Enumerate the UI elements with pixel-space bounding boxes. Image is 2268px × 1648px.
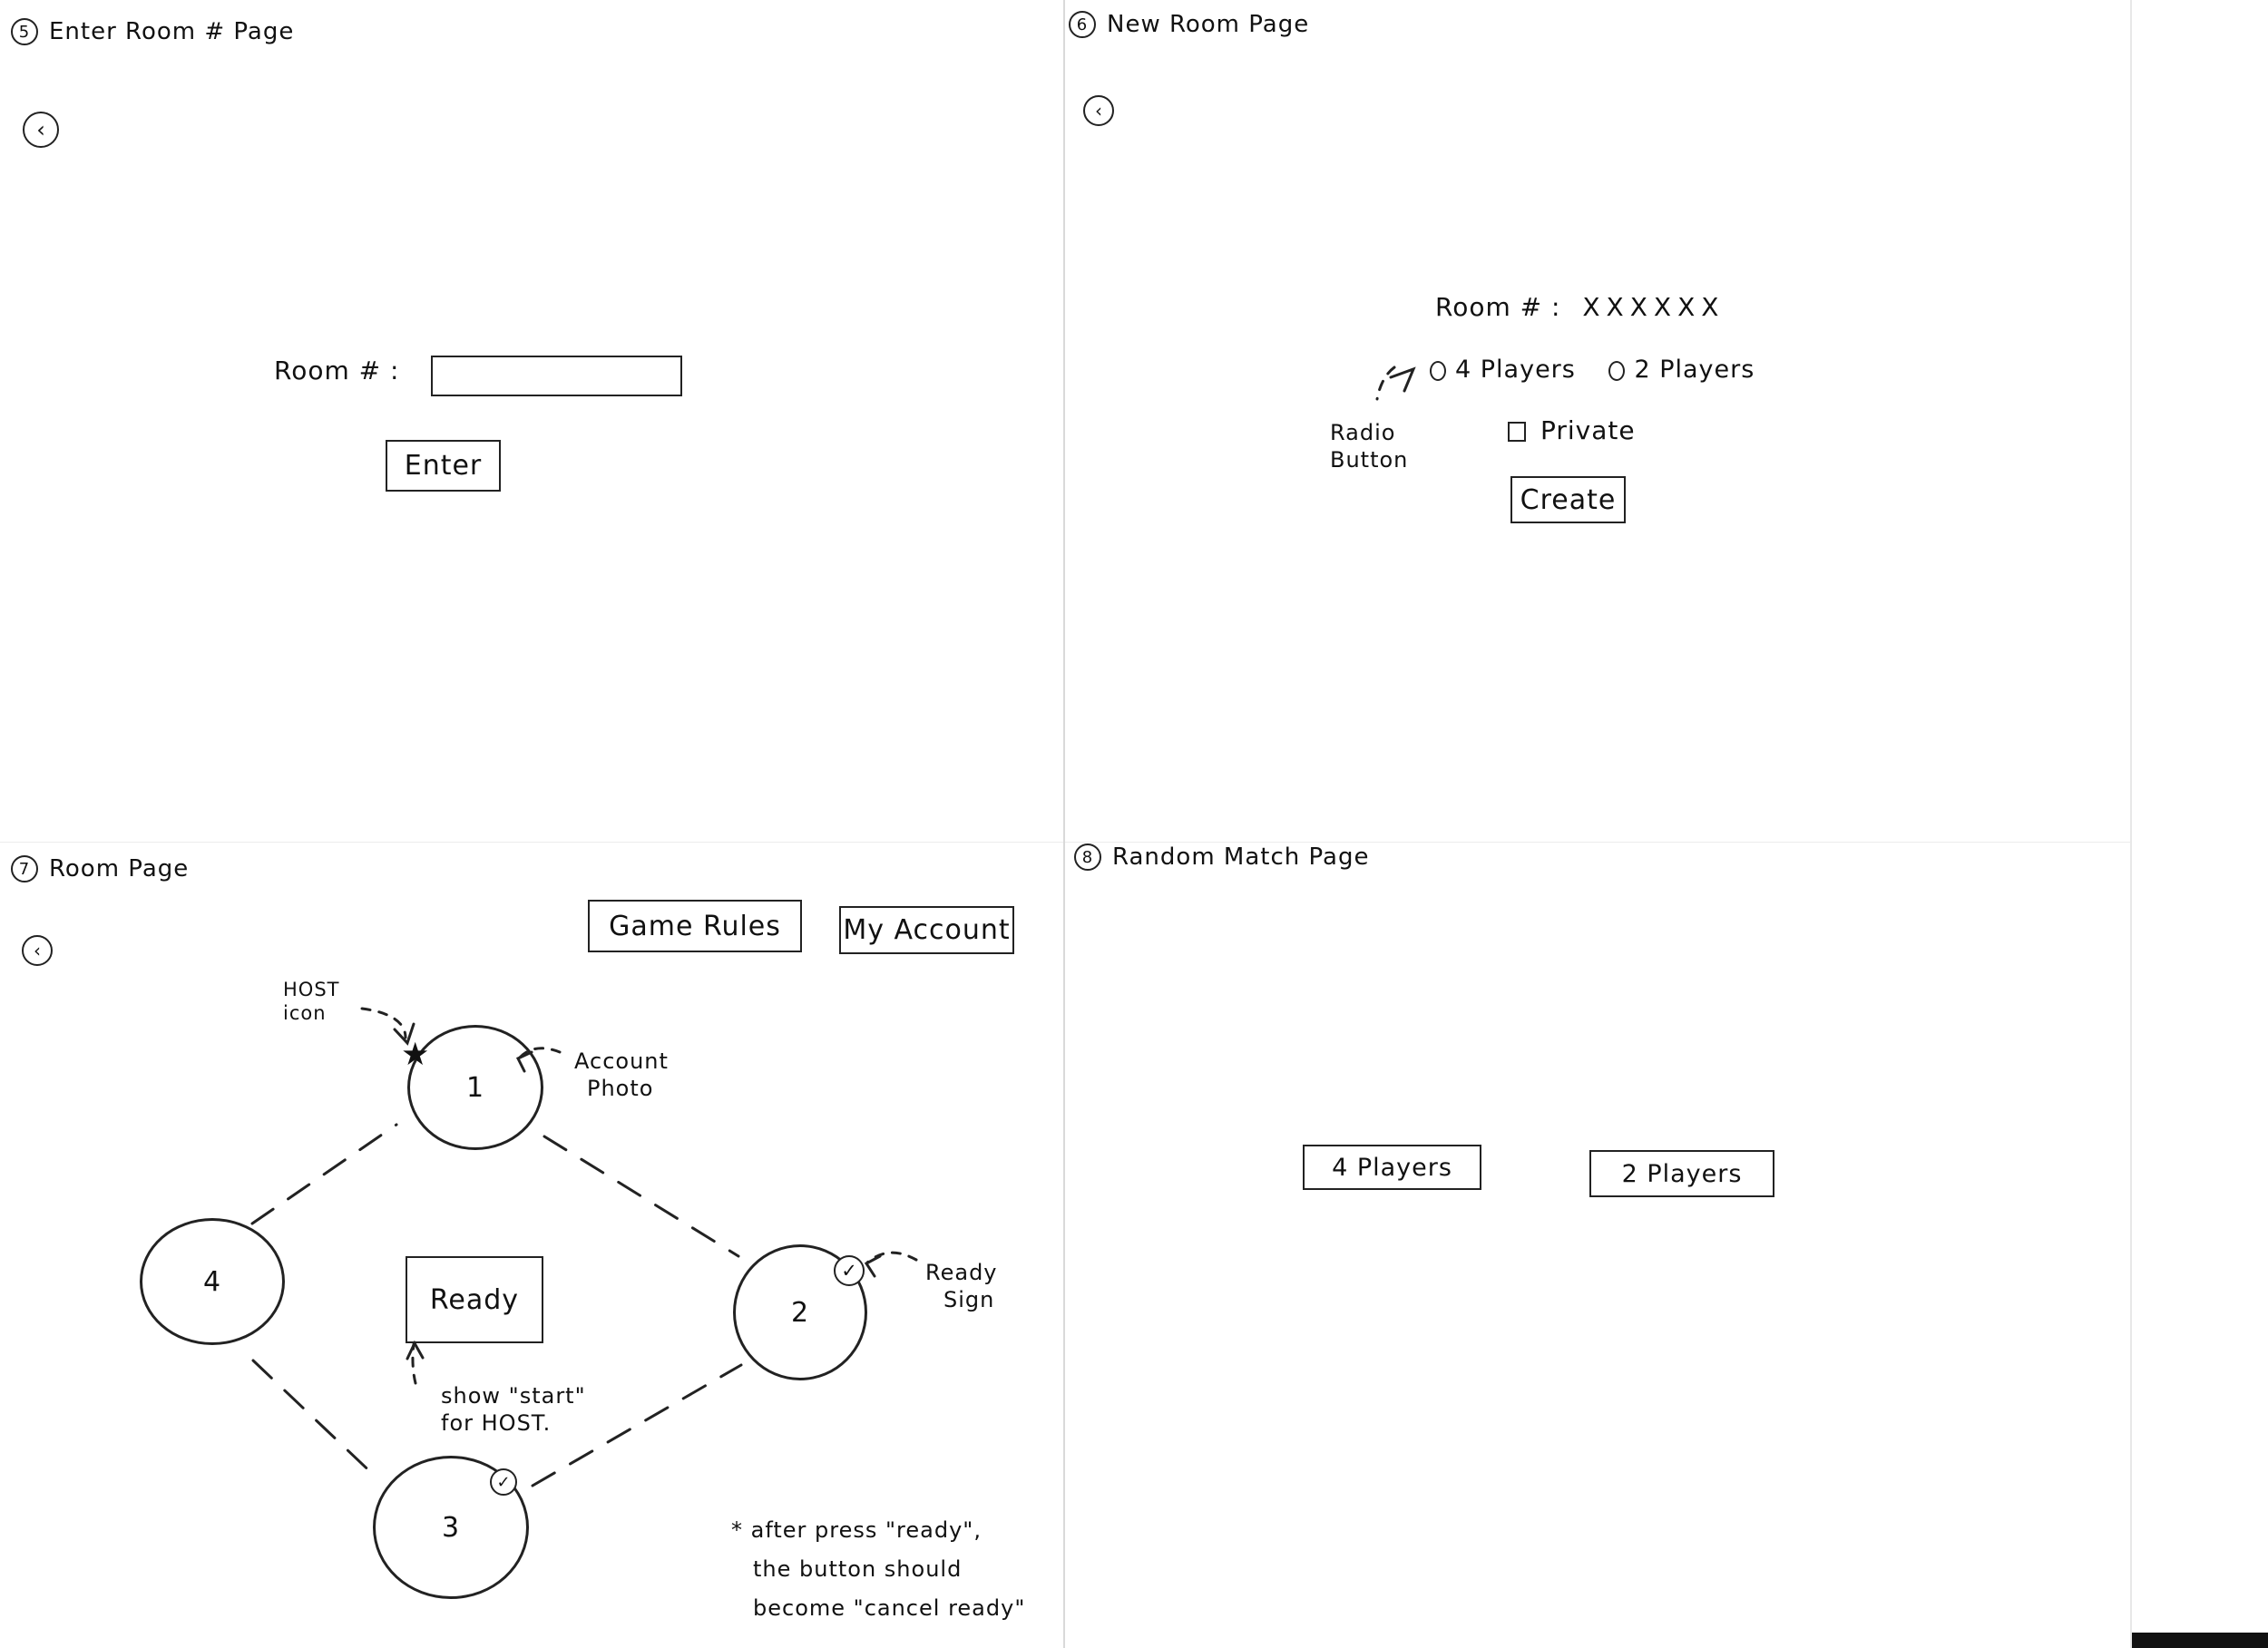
connection-1-2 (543, 1135, 740, 1258)
connection-3-2 (531, 1363, 743, 1487)
connection-4-1 (250, 1123, 398, 1225)
account-arrowhead (515, 1050, 533, 1073)
ready-arrowhead (864, 1254, 882, 1278)
sketch-connectors (250, 366, 1416, 1487)
radio-button-pointer (1375, 366, 1396, 401)
connection-4-3 (251, 1359, 381, 1482)
radio-pointer-arrowhead (1389, 366, 1416, 393)
start-note-pointer (411, 1342, 417, 1385)
start-arrowhead (406, 1340, 425, 1360)
